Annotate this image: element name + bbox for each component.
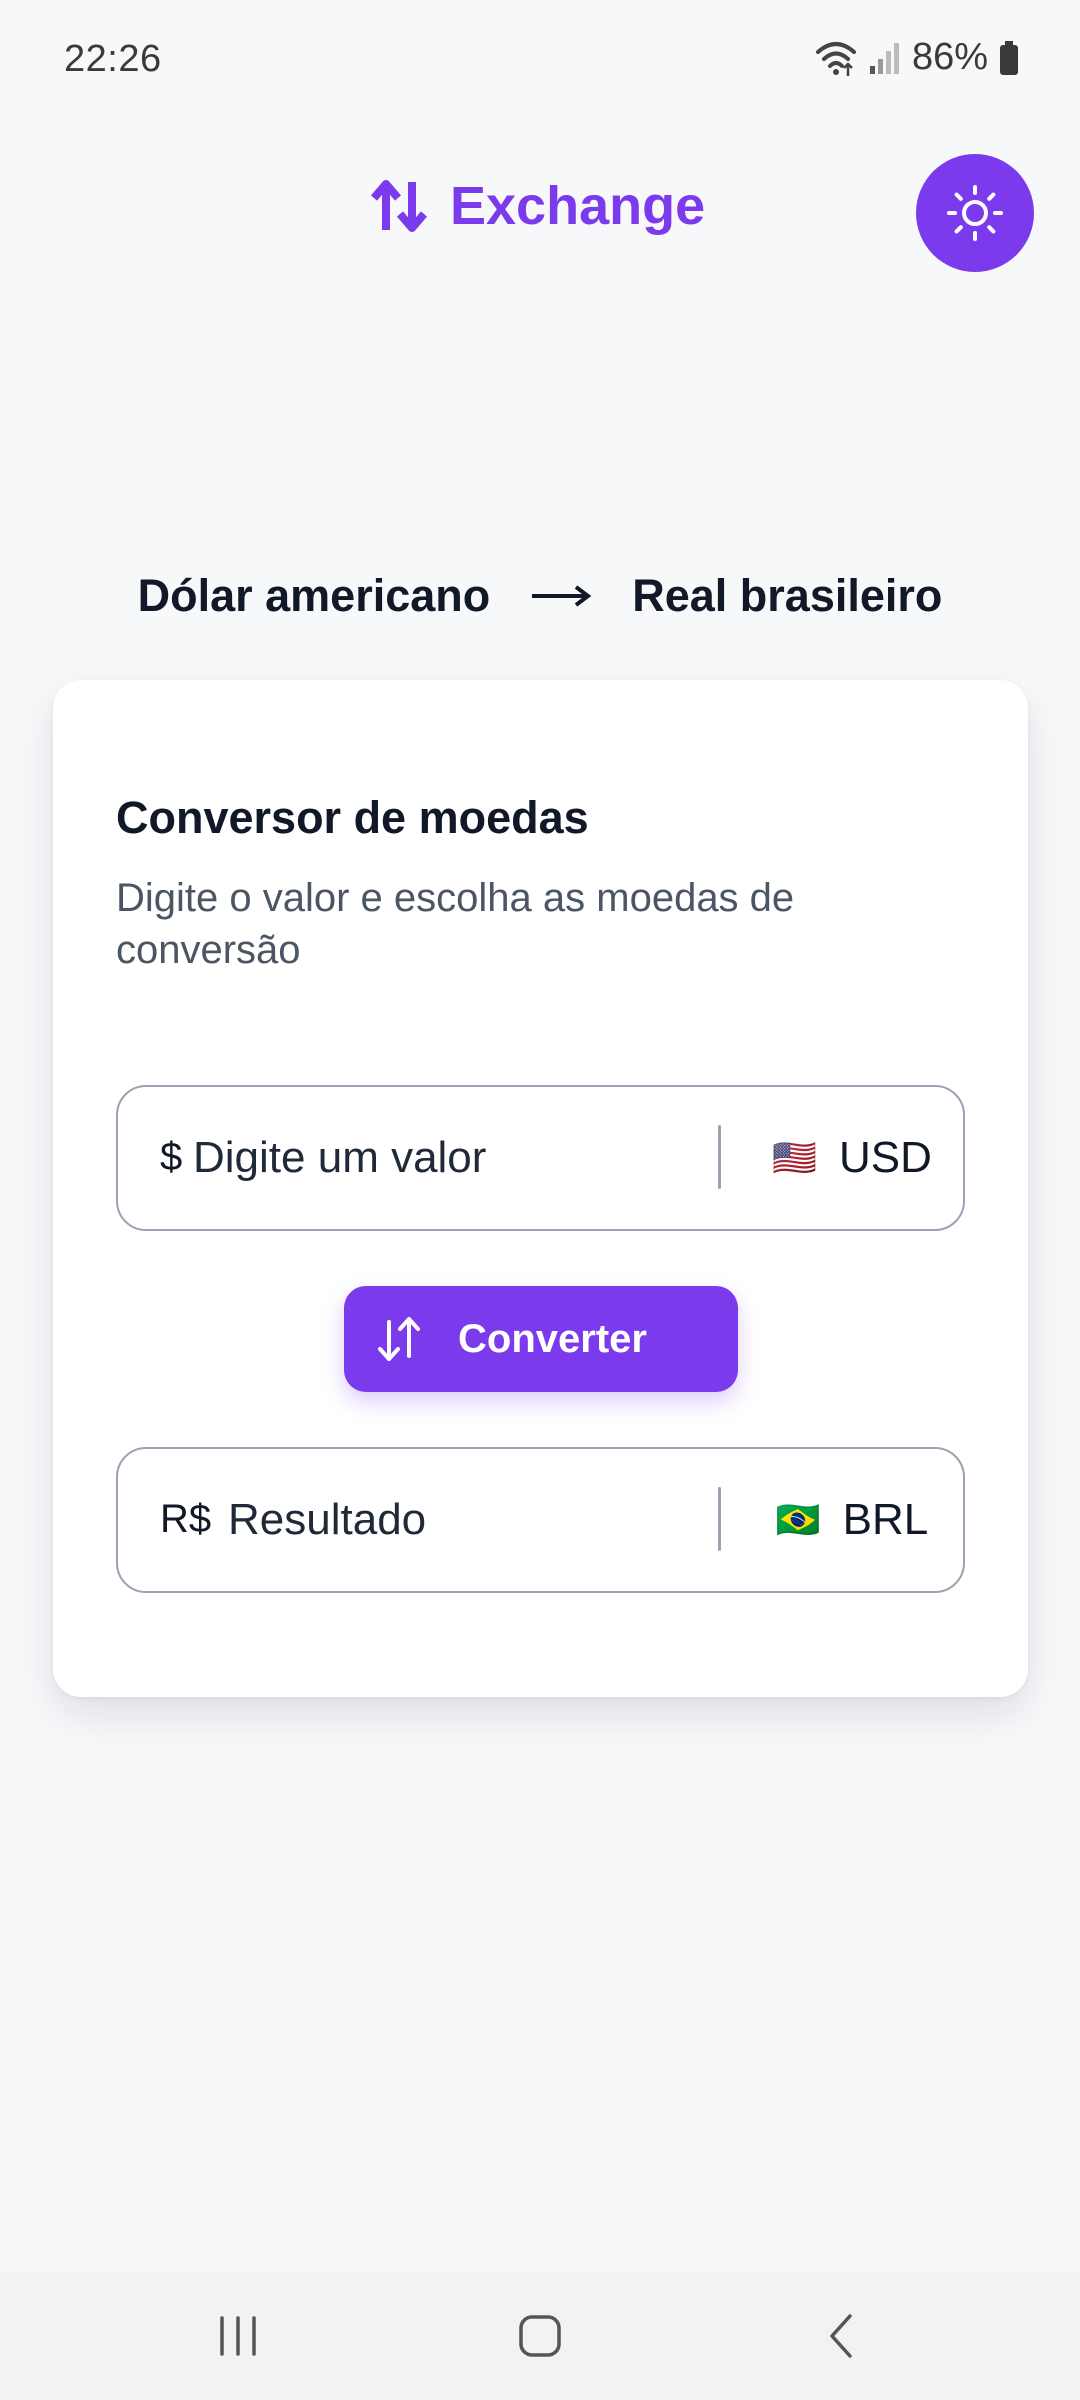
sun-icon (947, 185, 1003, 241)
field-divider (718, 1125, 721, 1189)
arrow-right-icon (532, 585, 592, 607)
convert-button[interactable]: Converter (344, 1286, 738, 1392)
card-title: Conversor de moedas (116, 792, 589, 843)
status-time: 22:26 (64, 38, 162, 80)
app-brand: Exchange (370, 175, 705, 237)
currency-pair-title: Dólar americano Real brasileiro (0, 570, 1080, 622)
app-screen: 22:26 86% Exchange Dólar americano Real … (0, 0, 1080, 2400)
result-field: R$ 🇧🇷 BRL (116, 1447, 965, 1593)
amount-prefix: $ (160, 1135, 183, 1179)
wifi-icon (815, 41, 856, 76)
signal-icon (869, 42, 899, 74)
result-output[interactable] (228, 1495, 668, 1545)
app-title: Exchange (450, 176, 706, 236)
to-currency-name: Real brasileiro (632, 570, 943, 621)
br-flag-icon: 🇧🇷 (775, 1499, 821, 1540)
amount-field: $ 🇺🇸 USD (116, 1085, 965, 1231)
converter-card: Conversor de moedas Digite o valor e esc… (53, 680, 1028, 1697)
field-divider (718, 1487, 721, 1551)
theme-toggle-button[interactable] (916, 154, 1034, 272)
status-bar: 22:26 86% (0, 0, 1080, 120)
recent-apps-icon (220, 2316, 256, 2356)
from-currency-select[interactable]: 🇺🇸 USD (738, 1087, 966, 1229)
convert-button-label: Converter (458, 1316, 647, 1361)
app-header: Exchange (0, 150, 1080, 272)
us-flag-icon: 🇺🇸 (772, 1137, 817, 1178)
amount-input[interactable] (193, 1133, 633, 1183)
battery-icon (1000, 40, 1018, 75)
home-button[interactable] (460, 2272, 620, 2400)
recent-apps-button[interactable] (158, 2272, 318, 2400)
to-currency-code: BRL (842, 1495, 929, 1544)
from-currency-code: USD (838, 1133, 932, 1182)
home-icon (519, 2315, 561, 2357)
swap-vertical-icon (370, 180, 428, 232)
card-subtitle: Digite o valor e escolha as moedas de co… (116, 876, 795, 972)
back-icon (830, 2314, 852, 2358)
status-icons: 86% (814, 36, 1020, 79)
back-button[interactable] (762, 2272, 922, 2400)
swap-vertical-icon (378, 1317, 420, 1361)
battery-percent: 86% (911, 36, 988, 78)
system-nav-bar (0, 2272, 1080, 2400)
from-currency-name: Dólar americano (137, 570, 491, 621)
to-currency-select[interactable]: 🇧🇷 BRL (738, 1449, 966, 1591)
result-prefix: R$ (160, 1497, 212, 1541)
